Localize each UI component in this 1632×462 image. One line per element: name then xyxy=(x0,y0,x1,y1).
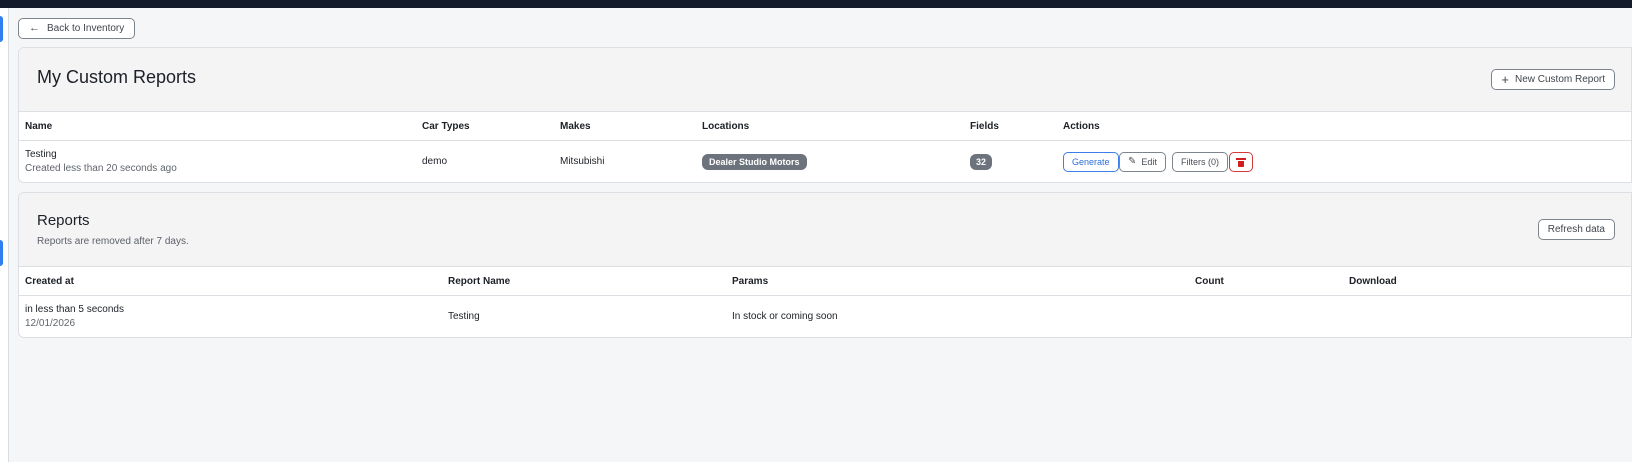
refresh-data-button[interactable]: Refresh data xyxy=(1537,219,1615,240)
arrow-left-icon: ← xyxy=(29,22,40,34)
back-button-label: Back to Inventory xyxy=(47,23,125,34)
rail-tab-marker[interactable] xyxy=(0,16,3,42)
column-header-params: Params xyxy=(732,276,769,287)
table-row: in less than 5 seconds 12/01/2026 Testin… xyxy=(19,296,1631,337)
custom-reports-header: My Custom Reports + New Custom Report xyxy=(19,48,1631,112)
column-header-count: Count xyxy=(1195,276,1224,287)
new-custom-report-button[interactable]: + New Custom Report xyxy=(1491,69,1615,90)
location-badge: Dealer Studio Motors xyxy=(702,154,807,170)
generate-button[interactable]: Generate xyxy=(1063,152,1119,172)
delete-button[interactable] xyxy=(1229,152,1253,172)
column-header-makes: Makes xyxy=(560,121,591,132)
column-header-created-at: Created at xyxy=(25,276,74,287)
column-header-actions: Actions xyxy=(1063,121,1100,132)
makes-cell: Mitsubishi xyxy=(560,156,605,167)
column-header-name: Name xyxy=(25,121,53,132)
column-header-report-name: Report Name xyxy=(448,276,511,287)
edit-button[interactable]: ✎ Edit xyxy=(1119,152,1166,172)
left-rail xyxy=(0,8,9,462)
created-date: 12/01/2026 xyxy=(25,318,76,329)
reports-subtitle: Reports are removed after 7 days. xyxy=(37,236,189,247)
rail-tab-marker[interactable] xyxy=(0,240,3,266)
custom-reports-title: My Custom Reports xyxy=(37,67,197,87)
report-name-cell: Testing Created less than 20 seconds ago xyxy=(25,149,177,174)
column-header-car-types: Car Types xyxy=(422,121,470,132)
report-created: Created less than 20 seconds ago xyxy=(25,163,177,174)
top-bar xyxy=(0,0,1632,8)
back-to-inventory-button[interactable]: ← Back to Inventory xyxy=(18,18,136,39)
reports-title: Reports xyxy=(37,212,90,229)
plus-icon: + xyxy=(1501,72,1509,87)
table-row: Testing Created less than 20 seconds ago… xyxy=(19,141,1631,182)
column-header-locations: Locations xyxy=(702,121,750,132)
custom-reports-table-header: Name Car Types Makes Locations Fields Ac… xyxy=(19,112,1631,141)
custom-reports-card: My Custom Reports + New Custom Report Na… xyxy=(18,47,1632,183)
car-types-cell: demo xyxy=(422,156,448,167)
reports-card: Reports Reports are removed after 7 days… xyxy=(18,192,1632,338)
filters-button[interactable]: Filters (0) xyxy=(1172,152,1228,172)
report-name-cell: Testing xyxy=(448,311,480,322)
created-relative: in less than 5 seconds xyxy=(25,304,124,315)
new-custom-report-label: New Custom Report xyxy=(1514,74,1605,85)
reports-header: Reports Reports are removed after 7 days… xyxy=(19,193,1631,267)
report-name: Testing xyxy=(25,149,57,160)
column-header-download: Download xyxy=(1349,276,1397,287)
params-cell: In stock or coming soon xyxy=(732,311,838,322)
created-at-cell: in less than 5 seconds 12/01/2026 xyxy=(25,304,124,329)
edit-label: Edit xyxy=(1141,157,1157,167)
edit-icon: ✎ xyxy=(1128,156,1137,167)
fields-count-badge: 32 xyxy=(970,154,993,170)
reports-table-header: Created at Report Name Params Count Down… xyxy=(19,267,1631,296)
column-header-fields: Fields xyxy=(970,121,999,132)
trash-icon xyxy=(1236,157,1246,167)
